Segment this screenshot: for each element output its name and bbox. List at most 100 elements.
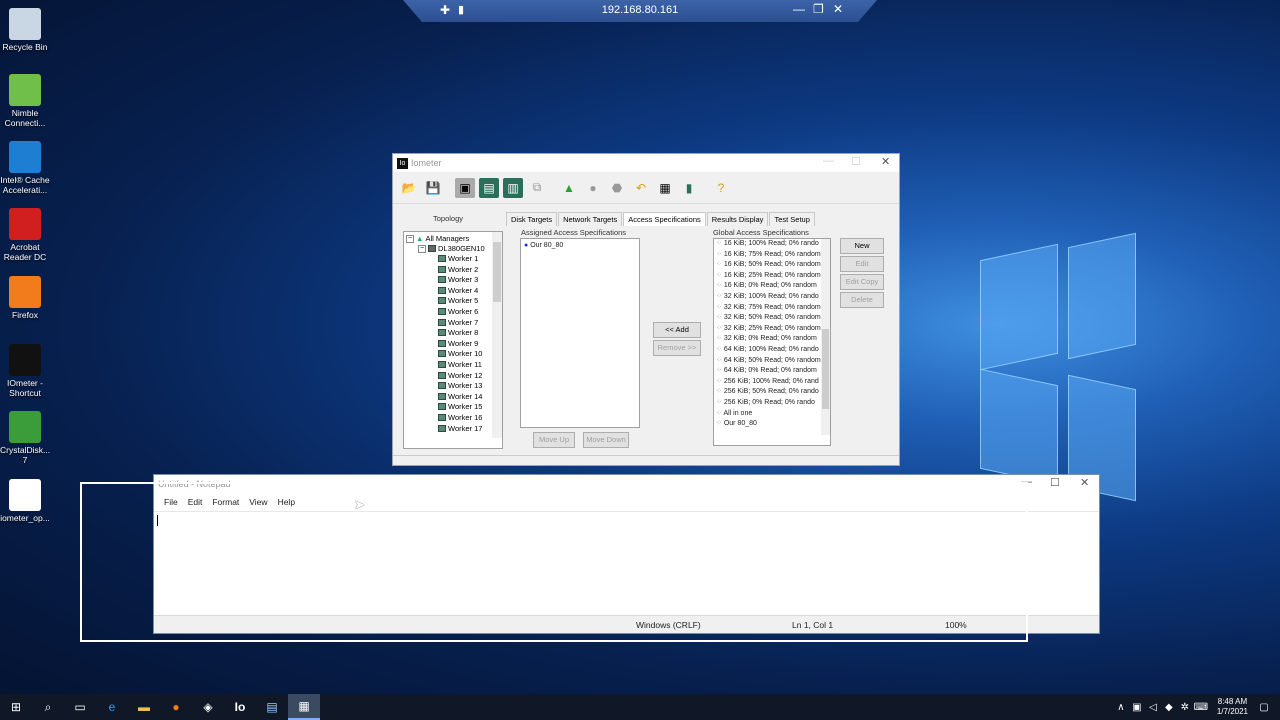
add-button[interactable]: << Add bbox=[653, 322, 701, 338]
tree-worker-item[interactable]: Worker 9 bbox=[438, 339, 478, 348]
restore-icon[interactable]: ❐ bbox=[813, 2, 824, 16]
chevron-up-icon[interactable]: ∧ bbox=[1113, 702, 1129, 713]
tree-manager[interactable]: − DL380GEN10 bbox=[418, 244, 485, 253]
new-worker-icon[interactable]: ▤ bbox=[479, 177, 499, 198]
global-spec-item[interactable]: ⁘ All in one bbox=[716, 409, 830, 420]
minimize-icon[interactable]: — bbox=[793, 2, 805, 16]
tree-worker-item[interactable]: Worker 10 bbox=[438, 349, 482, 358]
global-spec-item[interactable]: ⁘ 32 KiB; 0% Read; 0% random bbox=[716, 334, 830, 345]
global-spec-item[interactable]: ⁘ 64 KiB; 100% Read; 0% rando bbox=[716, 345, 830, 356]
global-spec-item[interactable]: ⁘ Our 80_80 bbox=[716, 419, 830, 430]
start-icon[interactable]: ▲ bbox=[559, 178, 579, 198]
desktop-icon[interactable]: Nimble Connecti... bbox=[0, 74, 50, 128]
stop-all-icon[interactable]: ⬣ bbox=[607, 178, 627, 198]
global-spec-item[interactable]: ⁘ 32 KiB; 75% Read; 0% random bbox=[716, 303, 830, 314]
start-icon[interactable]: ⊞ bbox=[0, 694, 32, 720]
desktop-icon[interactable]: IOmeter - Shortcut bbox=[0, 344, 50, 398]
tree-worker-item[interactable]: Worker 7 bbox=[438, 318, 478, 327]
open-icon[interactable]: 📂 bbox=[399, 178, 419, 198]
tree-worker-item[interactable]: Worker 2 bbox=[438, 265, 478, 274]
tree-worker-item[interactable]: Worker 14 bbox=[438, 392, 482, 401]
duplicate-worker-icon[interactable]: ⧉ bbox=[527, 178, 547, 198]
menu-view[interactable]: View bbox=[245, 497, 273, 507]
topology-tree[interactable]: − ▲ All Managers − DL380GEN10 Worker 1 Wor… bbox=[403, 231, 503, 449]
global-vscroll[interactable] bbox=[821, 239, 830, 435]
help-icon[interactable]: ? bbox=[711, 178, 731, 198]
settings-icon[interactable]: ✲ bbox=[1177, 702, 1193, 713]
new-network-worker-icon[interactable]: ▥ bbox=[503, 177, 523, 198]
app-icon[interactable]: ▦ bbox=[288, 694, 320, 720]
remove-button[interactable]: Remove >> bbox=[653, 340, 701, 356]
global-spec-item[interactable]: ⁘ 64 KiB; 0% Read; 0% random bbox=[716, 366, 830, 377]
menu-format[interactable]: Format bbox=[208, 497, 245, 507]
firefox-icon[interactable]: ● bbox=[160, 694, 192, 720]
global-spec-item[interactable]: ⁘ 256 KiB; 100% Read; 0% rand bbox=[716, 377, 830, 388]
desktop-icon[interactable]: CrystalDisk... 7 bbox=[0, 411, 50, 465]
global-spec-item[interactable]: ⁘ 16 KiB; 75% Read; 0% random bbox=[716, 250, 830, 261]
tree-worker-item[interactable]: Worker 12 bbox=[438, 371, 482, 380]
stop-icon[interactable]: ● bbox=[583, 178, 603, 198]
desktop-icon[interactable]: Intel® Cache Accelerati... bbox=[0, 141, 50, 195]
reset-icon[interactable]: ↶ bbox=[631, 178, 651, 198]
global-spec-item[interactable]: ⁘ 64 KiB; 50% Read; 0% random bbox=[716, 356, 830, 367]
tree-worker-item[interactable]: Worker 17 bbox=[438, 424, 482, 433]
tree-vscroll[interactable] bbox=[492, 232, 502, 438]
menu-file[interactable]: File bbox=[160, 497, 184, 507]
volume-icon[interactable]: ◁ bbox=[1145, 702, 1161, 713]
tab-test-setup[interactable]: Test Setup bbox=[769, 212, 815, 226]
network-app-icon[interactable]: ◈ bbox=[192, 694, 224, 720]
clock[interactable]: 8:48 AM 1/7/2021 bbox=[1217, 697, 1248, 717]
tab-network-targets[interactable]: Network Targets bbox=[558, 212, 623, 226]
tree-worker-item[interactable]: Worker 3 bbox=[438, 275, 478, 284]
global-spec-item[interactable]: ⁘ 32 KiB; 50% Read; 0% random bbox=[716, 313, 830, 324]
notepad-titlebar[interactable]: Untitled - Notepad — ☐ ✕ bbox=[154, 475, 1099, 493]
close-icon[interactable]: ✕ bbox=[833, 2, 843, 16]
global-spec-item[interactable]: ⁘ 32 KiB; 100% Read; 0% rando bbox=[716, 292, 830, 303]
iometer-icon[interactable]: Io bbox=[224, 694, 256, 720]
assigned-spec-item[interactable]: ● Our 80_80 bbox=[521, 239, 639, 254]
tree-worker-item[interactable]: Worker 8 bbox=[438, 328, 478, 337]
move-up-button[interactable]: Move Up bbox=[533, 432, 575, 448]
iometer-titlebar[interactable]: Io Iometer — ☐ ✕ bbox=[393, 154, 899, 172]
notepad-icon[interactable]: ▤ bbox=[256, 694, 288, 720]
menu-help[interactable]: Help bbox=[274, 497, 301, 507]
search-icon[interactable]: ⌕ bbox=[32, 694, 64, 720]
network-icon[interactable]: ▣ bbox=[1129, 702, 1145, 713]
minimize-icon[interactable]: — bbox=[1021, 476, 1032, 488]
tree-worker-item[interactable]: Worker 15 bbox=[438, 402, 482, 411]
minimize-icon[interactable]: — bbox=[823, 155, 834, 167]
tree-worker-item[interactable]: Worker 1 bbox=[438, 254, 478, 263]
tab-disk-targets[interactable]: Disk Targets bbox=[506, 212, 558, 226]
assigned-specs-list[interactable]: ● Our 80_80 bbox=[520, 238, 640, 428]
menu-edit[interactable]: Edit bbox=[184, 497, 209, 507]
desktop-icon[interactable]: iometer_op... bbox=[0, 479, 50, 523]
move-down-button[interactable]: Move Down bbox=[583, 432, 629, 448]
desktop-icon[interactable]: Firefox bbox=[0, 276, 50, 320]
new-button[interactable]: New bbox=[840, 238, 884, 254]
global-specs-list[interactable]: ⁘ 16 KiB; 100% Read; 0% rando ⁘ 16 KiB; 7… bbox=[713, 238, 831, 446]
quit-icon[interactable]: ▮ bbox=[679, 178, 699, 198]
disconnect-icon[interactable]: ▦ bbox=[655, 178, 675, 198]
tree-worker-item[interactable]: Worker 16 bbox=[438, 413, 482, 422]
notification-icon[interactable]: ▢ bbox=[1256, 702, 1272, 713]
notepad-text-area[interactable] bbox=[154, 511, 1099, 609]
new-manager-icon[interactable]: ▣ bbox=[455, 177, 475, 198]
tab-results-display[interactable]: Results Display bbox=[706, 212, 769, 226]
antivirus-icon[interactable]: ◆ bbox=[1161, 702, 1177, 713]
global-spec-item[interactable]: ⁘ 256 KiB; 50% Read; 0% rando bbox=[716, 387, 830, 398]
tree-worker-item[interactable]: Worker 11 bbox=[438, 360, 482, 369]
desktop-icon[interactable]: Recycle Bin bbox=[0, 8, 50, 52]
maximize-icon[interactable]: ☐ bbox=[851, 155, 861, 168]
global-spec-item[interactable]: ⁘ 16 KiB; 0% Read; 0% random bbox=[716, 281, 830, 292]
global-spec-item[interactable]: ⁘ 16 KiB; 50% Read; 0% random bbox=[716, 260, 830, 271]
tree-worker-item[interactable]: Worker 5 bbox=[438, 296, 478, 305]
global-spec-item[interactable]: ⁘ 32 KiB; 25% Read; 0% random bbox=[716, 324, 830, 335]
close-icon[interactable]: ✕ bbox=[1080, 476, 1089, 489]
tab-access-specifications[interactable]: Access Specifications bbox=[623, 212, 706, 226]
save-icon[interactable]: 💾 bbox=[423, 178, 443, 198]
global-spec-item[interactable]: ⁘ 16 KiB; 25% Read; 0% random bbox=[716, 271, 830, 282]
desktop-icon[interactable]: Acrobat Reader DC bbox=[0, 208, 50, 262]
keyboard-icon[interactable]: ⌨ bbox=[1193, 702, 1209, 713]
delete-button[interactable]: Delete bbox=[840, 292, 884, 308]
maximize-icon[interactable]: ☐ bbox=[1050, 476, 1060, 489]
